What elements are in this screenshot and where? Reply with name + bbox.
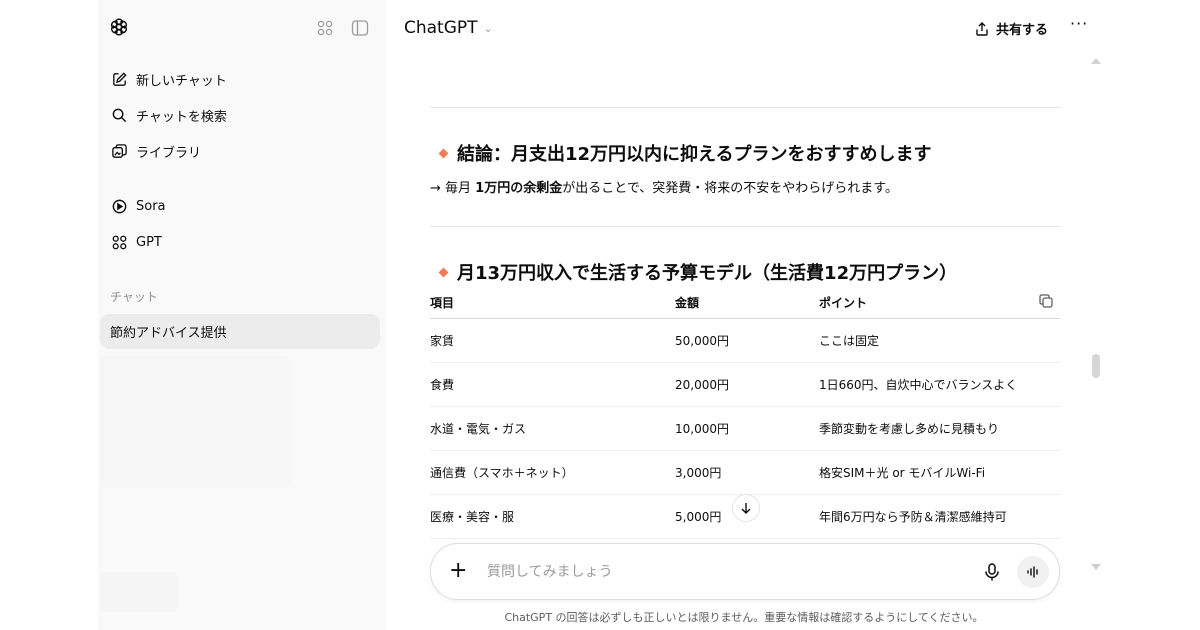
chats-section-label: チャット (110, 290, 158, 304)
share-icon (976, 21, 988, 36)
table-header: ポイント (819, 288, 1060, 319)
chat-history-item-active[interactable]: 節約アドバイス提供 (100, 314, 380, 349)
table-cell: ここは固定 (819, 318, 1060, 363)
budget-heading-text: 月13万円収入で生活する予算モデル（生活費12万円プラン） (457, 263, 958, 284)
arrow-down-icon (741, 503, 751, 514)
message-input[interactable] (487, 560, 927, 584)
scrollbar-down-arrow[interactable] (1091, 564, 1101, 570)
table-header: 金額 (675, 288, 819, 319)
table-cell: 格安SIM＋光 or モバイルWi-Fi (819, 450, 1060, 495)
faded-placeholder (100, 572, 178, 612)
scrollbar-up-arrow[interactable] (1091, 58, 1101, 64)
table-cell: 水道・電気・ガス (430, 406, 675, 451)
table-cell: 医療・美容・服 (430, 494, 675, 539)
sidebar-item-label: チャットを検索 (136, 109, 227, 125)
search-icon (110, 106, 128, 124)
sidebar-item-label: 新しいチャット (136, 73, 227, 89)
table-cell: 通信費（スマホ＋ネット） (430, 450, 675, 495)
diamond-bullet-icon (438, 148, 449, 159)
table-header: 項目 (430, 288, 675, 319)
conclusion-detail: → 毎月 1万円の余剰金が出ることで、突発費・将来の不安をやわらげられます。 (430, 177, 898, 196)
scroll-to-bottom-button[interactable] (732, 494, 760, 522)
sidebar-item-label: ライブラリ (136, 145, 202, 161)
waveform-icon (1027, 566, 1038, 578)
sidebar-item-label: Sora (136, 198, 166, 214)
more-options-button[interactable]: ··· (1070, 14, 1088, 33)
library-icon (110, 142, 128, 160)
sidebar-item-new-chat[interactable]: 新しいチャット (100, 62, 380, 96)
disclaimer-text: ChatGPT の回答は必ずしも正しいとは限りません。重要な情報は確認するように… (504, 611, 984, 624)
detail-prefix: → 毎月 (430, 181, 476, 196)
table-header-row: 項目 金額 ポイント (430, 288, 1060, 319)
table-row: 通信費（スマホ＋ネット） 3,000円 格安SIM＋光 or モバイルWi-Fi (430, 450, 1060, 495)
table-cell: 3,000円 (675, 450, 819, 495)
main-panel: ChatGPT ⌄ 共有する ··· 結論：月支出12万円以内に抑えるプランをお… (386, 0, 1102, 630)
detail-suffix: が出ることで、突発費・将来の不安をやわらげられます。 (562, 181, 899, 196)
model-selector[interactable]: ChatGPT ⌄ (404, 18, 493, 38)
table-row: 家賃 50,000円 ここは固定 (430, 318, 1060, 363)
table-cell: 食費 (430, 362, 675, 407)
table-cell: 10,000円 (675, 406, 819, 451)
top-bar: ChatGPT ⌄ 共有する ··· (386, 0, 1102, 56)
diamond-bullet-icon (438, 267, 449, 278)
faded-placeholder (100, 356, 290, 488)
table-row: 水道・電気・ガス 10,000円 季節変動を考慮し多めに見積もり (430, 406, 1060, 451)
table-cell: 50,000円 (675, 318, 819, 363)
conclusion-heading: 結論：月支出12万円以内に抑えるプランをおすすめします (430, 140, 932, 166)
table-cell: 1日660円、自炊中心でバランスよく (819, 362, 1060, 407)
openai-logo-icon[interactable] (108, 16, 130, 38)
app-window: 新しいチャット チャットを検索 ライブラリ Sora GPT チャット 節約アド… (98, 0, 1102, 630)
sidebar: 新しいチャット チャットを検索 ライブラリ Sora GPT チャット 節約アド… (98, 0, 386, 630)
scrollbar-thumb[interactable] (1092, 354, 1100, 378)
sidebar-item-library[interactable]: ライブラリ (100, 134, 380, 168)
sidebar-item-sora[interactable]: Sora (100, 189, 380, 223)
table-cell: 年間6万円なら予防＆清潔感維持可 (819, 494, 1060, 539)
table-cell: 季節変動を考慮し多めに見積もり (819, 406, 1060, 451)
divider (430, 226, 1060, 227)
conclusion-heading-text: 結論：月支出12万円以内に抑えるプランをおすすめします (457, 144, 932, 165)
budget-heading: 月13万円収入で生活する予算モデル（生活費12万円プラン） (430, 259, 957, 285)
sidebar-item-label: GPT (136, 234, 162, 250)
sidebar-item-gpt[interactable]: GPT (100, 225, 380, 259)
add-attachment-button[interactable]: + (449, 559, 467, 583)
microphone-icon[interactable] (983, 562, 1001, 582)
play-icon (110, 197, 128, 215)
chevron-down-icon: ⌄ (483, 21, 493, 35)
grid-icon (110, 233, 128, 251)
share-label: 共有する (996, 23, 1049, 38)
table-cell: 20,000円 (675, 362, 819, 407)
table-row: 食費 20,000円 1日660円、自炊中心でバランスよく (430, 362, 1060, 407)
detail-bold: 1万円の余剰金 (475, 181, 563, 196)
sidebar-item-search-chats[interactable]: チャットを検索 (100, 98, 380, 132)
voice-mode-button[interactable] (1017, 556, 1049, 588)
table-cell: 家賃 (430, 318, 675, 363)
share-button[interactable]: 共有する (974, 19, 1048, 38)
edit-icon (110, 70, 128, 88)
sidebar-header (98, 0, 386, 56)
divider (430, 107, 1060, 108)
apps-grid-icon[interactable] (316, 19, 334, 37)
message-composer: + (430, 543, 1060, 600)
sidebar-toggle-icon[interactable] (351, 19, 369, 37)
model-name: ChatGPT (404, 18, 478, 38)
